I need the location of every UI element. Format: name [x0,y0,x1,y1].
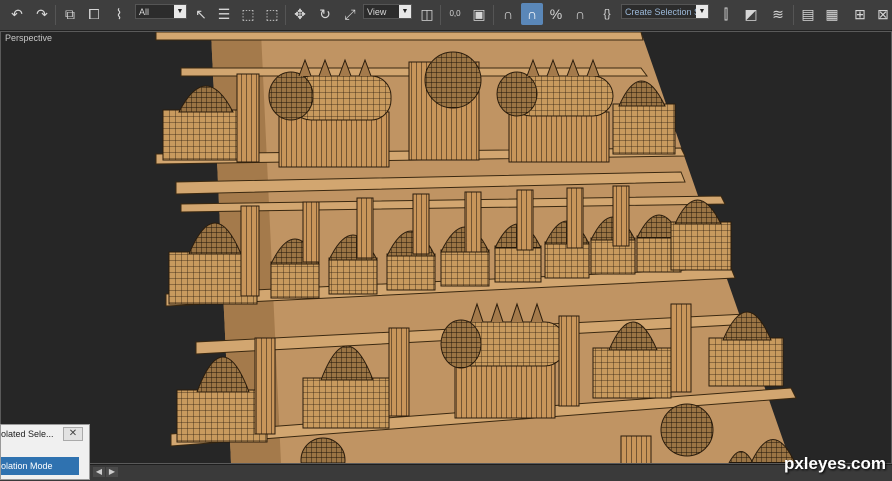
status-bar [0,464,892,481]
undo-icon[interactable]: ↶ [6,3,28,25]
close-icon[interactable]: ✕ [63,427,83,441]
named-selection-set-select[interactable]: Create Selection Se ▼ [621,4,709,19]
perspective-viewport[interactable]: Perspective [0,31,892,464]
shortcut-override-label: 0,0 [449,9,461,18]
edit-named-selection-icon[interactable]: {} [596,3,618,25]
time-slider-right-arrow[interactable]: ▶ [106,467,118,477]
spinner-snap-icon[interactable]: ∩ [569,3,591,25]
selection-filter-select[interactable]: All ▼ [135,4,187,19]
keyboard-shortcut-override-icon[interactable]: 0,0 [444,3,466,25]
main-toolbar: ↶ ↷ ⧉ ⧠ ⌇ All ▼ ↖ ☰ ⬚ ⬚ ✥ ↻ ⤢ View ▼ ◫ 0… [0,0,892,31]
named-selection-set-value: Create Selection Se [625,7,706,17]
chevron-down-icon: ▼ [696,5,708,18]
toolbar-separator [55,5,56,25]
unlink-icon[interactable]: ⧠ [83,3,105,25]
selection-filter-value: All [139,7,150,17]
chevron-down-icon: ▼ [399,5,411,18]
isolated-selection-title: olated Sele... [1,429,54,439]
curve-editor-icon[interactable]: ▦ [821,3,843,25]
redo-icon[interactable]: ↷ [31,3,53,25]
graphite-modeling-tools-icon[interactable]: ▤ [797,3,819,25]
reference-coordinate-value: View [367,7,387,17]
rectangular-selection-icon[interactable]: ⬚ [237,3,259,25]
rotate-icon[interactable]: ↻ [314,3,336,25]
viewport-label[interactable]: Perspective [5,33,52,43]
reference-coordinate-select[interactable]: View ▼ [363,4,412,19]
select-by-name-icon[interactable]: ☰ [213,3,235,25]
toolbar-separator [793,5,794,25]
toolbar-separator [440,5,441,25]
percent-snap-icon[interactable]: % [545,3,567,25]
link-icon[interactable]: ⧉ [59,3,81,25]
toolbar-separator [285,5,286,25]
window-crossing-icon[interactable]: ⬚ [261,3,283,25]
angle-snap-icon[interactable]: ∩ [521,3,543,25]
temple-gopuram-model [155,32,797,463]
schematic-view-icon[interactable]: ⊞ [849,3,871,25]
move-icon[interactable]: ✥ [289,3,311,25]
snaps-toggle-icon[interactable]: ▣ [468,3,490,25]
snap-toggle-icon[interactable]: ∩ [497,3,519,25]
pivot-center-icon[interactable]: ◫ [416,3,438,25]
scale-icon[interactable]: ⤢ [339,3,361,25]
isolated-selection-panel: olated Sele... ✕ olation Mode [0,424,90,480]
watermark-text: pxleyes.com [783,454,886,473]
mirror-icon[interactable]: ⫿ [715,3,737,25]
layer-manager-icon[interactable]: ≋ [767,3,789,25]
toolbar-separator [493,5,494,25]
bind-spacewarp-icon[interactable]: ⌇ [108,3,130,25]
align-icon[interactable]: ◩ [740,3,762,25]
chevron-down-icon: ▼ [174,5,186,18]
exit-isolation-mode-button[interactable]: olation Mode [1,457,79,475]
select-object-icon[interactable]: ↖ [190,3,212,25]
material-editor-icon[interactable]: ⊠ [872,3,892,25]
time-slider-left-arrow[interactable]: ◀ [93,467,105,477]
